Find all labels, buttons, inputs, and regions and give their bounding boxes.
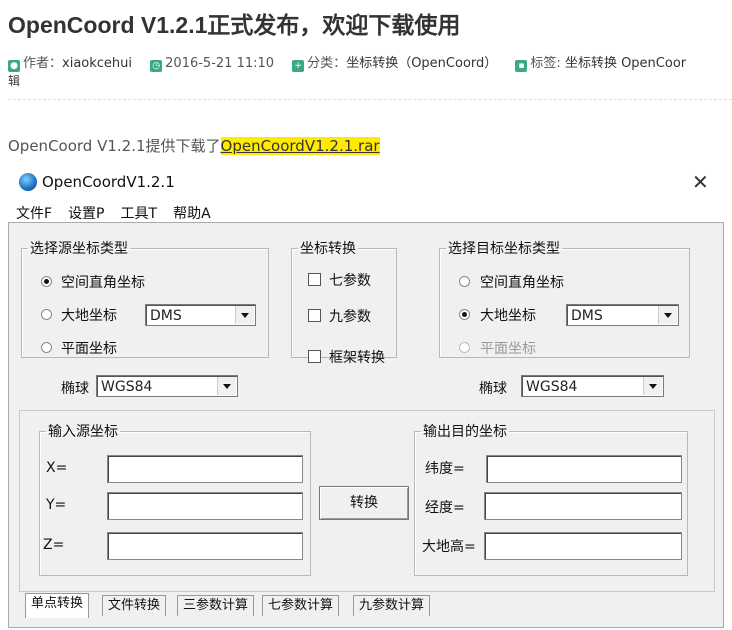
- option-seven-param: 七参数: [329, 273, 371, 289]
- target-radio-plane[interactable]: [459, 342, 470, 353]
- tab-nine-param[interactable]: 九参数计算: [353, 595, 431, 616]
- divider: [8, 99, 732, 100]
- source-radio-cartesian[interactable]: [41, 276, 52, 287]
- output-lat-field[interactable]: [486, 455, 682, 483]
- chevron-down-icon: [643, 377, 662, 395]
- input-z-label: Z=: [43, 537, 65, 553]
- target-ellipsoid-select[interactable]: WGS84: [521, 375, 664, 397]
- target-radio-geodetic[interactable]: [459, 309, 470, 320]
- author-label: 作者：: [23, 56, 63, 71]
- window-client: 选择源坐标类型 空间直角坐标 大地坐标 DMS 平面坐标 坐标转换 七参数 九参…: [8, 222, 724, 628]
- tag-icon: ▪: [515, 60, 528, 72]
- menu-help[interactable]: 帮助A: [173, 206, 211, 222]
- source-radio-geodetic[interactable]: [41, 309, 52, 320]
- input-y-label: Y=: [46, 497, 67, 513]
- output-height-label: 大地高=: [422, 539, 476, 555]
- target-type-group: 选择目标坐标类型: [439, 238, 690, 358]
- conversion-legend: 坐标转换: [300, 241, 356, 257]
- target-radio-cartesian[interactable]: [459, 276, 470, 287]
- tab-file-conversion[interactable]: 文件转换: [102, 595, 167, 616]
- article-meta: ● 作者：xiaokcehui ◷ 2016-5-21 11:10 + 分类：坐标转换…: [8, 52, 700, 72]
- chevron-down-icon: [658, 306, 677, 324]
- input-legend: 输入源坐标: [48, 424, 118, 440]
- source-format-select[interactable]: DMS: [145, 304, 256, 326]
- tab-three-param[interactable]: 三参数计算: [177, 595, 255, 616]
- source-ellipsoid-select[interactable]: WGS84: [96, 375, 238, 397]
- input-x-field[interactable]: [107, 455, 303, 483]
- chevron-down-icon: [217, 377, 236, 395]
- input-z-field[interactable]: [107, 532, 303, 560]
- source-type-legend: 选择源坐标类型: [30, 241, 128, 257]
- intro-text: OpenCoord V1.2.1提供下载了: [8, 137, 221, 155]
- menu-file[interactable]: 文件F: [16, 206, 52, 222]
- option-frame-transform: 框架转换: [329, 350, 385, 366]
- chevron-down-icon: [235, 306, 254, 324]
- target-type-legend: 选择目标坐标类型: [448, 241, 560, 257]
- target-format-select[interactable]: DMS: [566, 304, 679, 326]
- window-title: OpenCoordV1.2.1: [42, 173, 175, 191]
- source-format-value: DMS: [150, 308, 182, 324]
- tags-label: 标签:: [530, 56, 561, 71]
- target-ellipsoid-label: 椭球: [479, 381, 507, 397]
- tags-wrap: 辑: [8, 74, 21, 88]
- output-lon-label: 经度=: [425, 500, 465, 516]
- output-lat-label: 纬度=: [425, 461, 465, 477]
- post-date: 2016-5-21 11:10: [165, 56, 275, 71]
- close-icon[interactable]: ✕: [692, 170, 709, 194]
- target-option-geodetic: 大地坐标: [480, 308, 536, 324]
- output-height-field[interactable]: [484, 532, 682, 560]
- source-ellipsoid-label: 椭球: [61, 381, 89, 397]
- target-option-plane: 平面坐标: [480, 341, 536, 357]
- category-link[interactable]: 坐标转换（OpenCoord）: [346, 56, 497, 71]
- option-nine-param: 九参数: [329, 309, 371, 325]
- target-ellipsoid-value: WGS84: [526, 379, 578, 395]
- user-icon: ●: [8, 60, 20, 72]
- source-ellipsoid-value: WGS84: [101, 379, 153, 395]
- tab-seven-param[interactable]: 七参数计算: [262, 595, 340, 616]
- author-link[interactable]: xiaokcehui: [62, 56, 132, 71]
- source-type-group: 选择源坐标类型: [21, 238, 269, 358]
- app-globe-icon: [19, 173, 37, 191]
- app-window: OpenCoordV1.2.1 ✕ 文件F 设置P 工具T 帮助A 选择源坐标类型 空…: [8, 165, 724, 630]
- tags-link[interactable]: 坐标转换 OpenCoor: [565, 56, 686, 71]
- checkbox-nine-param[interactable]: [308, 309, 321, 322]
- article-title: OpenCoord V1.2.1正式发布，欢迎下载使用: [8, 12, 461, 38]
- input-y-field[interactable]: [107, 492, 303, 520]
- convert-button[interactable]: 转换: [319, 486, 409, 520]
- source-radio-plane[interactable]: [41, 342, 52, 353]
- output-legend: 输出目的坐标: [423, 424, 507, 440]
- category-label: 分类：: [307, 56, 347, 71]
- target-option-cartesian: 空间直角坐标: [480, 275, 564, 291]
- download-link[interactable]: OpenCoordV1.2.1.rar: [220, 137, 380, 155]
- source-option-plane: 平面坐标: [61, 341, 117, 357]
- input-x-label: X=: [46, 460, 68, 476]
- menu-tools[interactable]: 工具T: [121, 206, 158, 222]
- menu-settings[interactable]: 设置P: [68, 206, 104, 222]
- source-option-geodetic: 大地坐标: [61, 308, 117, 324]
- source-option-cartesian: 空间直角坐标: [61, 275, 145, 291]
- menu-bar: 文件F 设置P 工具T 帮助A: [16, 203, 227, 223]
- checkbox-seven-param[interactable]: [308, 273, 321, 286]
- conversion-group: 坐标转换: [291, 238, 397, 358]
- plus-icon: +: [292, 60, 305, 72]
- output-lon-field[interactable]: [484, 492, 682, 520]
- intro-paragraph: OpenCoord V1.2.1提供下载了OpenCoordV1.2.1.rar: [8, 135, 380, 156]
- clock-icon: ◷: [150, 60, 163, 72]
- tab-single-point[interactable]: 单点转换: [25, 593, 90, 618]
- target-format-value: DMS: [571, 308, 603, 324]
- checkbox-frame-transform[interactable]: [308, 350, 321, 363]
